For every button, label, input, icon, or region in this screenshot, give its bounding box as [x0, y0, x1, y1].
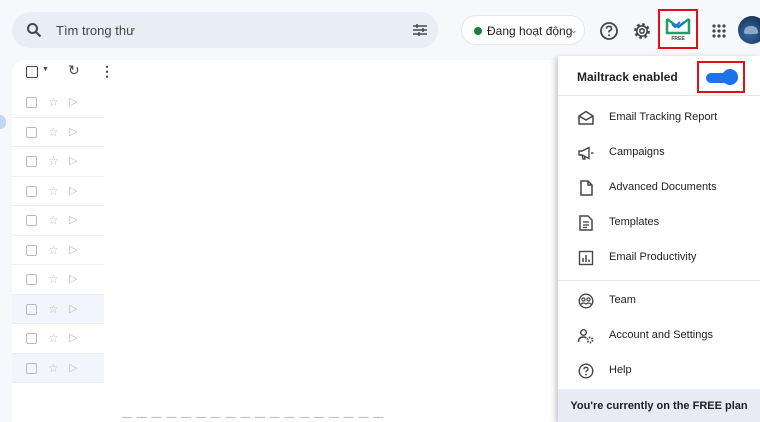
support-help-icon[interactable]	[597, 19, 621, 43]
google-apps-grid-icon[interactable]	[707, 19, 731, 43]
team-icon	[578, 293, 594, 309]
menu-item-label: Email Productivity	[609, 251, 697, 263]
select-options-caret-icon[interactable]: ▼	[42, 66, 49, 73]
menu-item-label: Campaigns	[609, 146, 665, 158]
row-checkbox[interactable]	[26, 303, 37, 315]
star-icon[interactable]: ☆	[48, 125, 59, 139]
important-marker-icon[interactable]: ▷	[69, 184, 77, 197]
menu-item-label: Email Tracking Report	[609, 111, 718, 123]
menu-item-label: Templates	[609, 216, 660, 228]
envelope-open-icon	[578, 110, 594, 125]
compose-rail-edge	[0, 115, 6, 129]
row-checkbox[interactable]	[26, 156, 37, 167]
plan-banner[interactable]: You're currently on the FREE plan	[558, 389, 760, 422]
important-marker-icon[interactable]: ▷	[69, 213, 77, 226]
settings-gear-icon[interactable]	[630, 19, 654, 43]
row-checkbox[interactable]	[26, 126, 37, 138]
mailtrack-logo-icon	[665, 17, 691, 35]
mailtrack-extension-button[interactable]: FREE	[658, 9, 698, 49]
search-icon	[27, 23, 42, 38]
menu-item-advanced-documents[interactable]: Advanced Documents	[558, 170, 760, 205]
document-icon	[580, 180, 593, 196]
inbox-toolbar: ▼ ↻ ⋮	[12, 60, 558, 88]
important-marker-icon[interactable]: ▷	[69, 361, 77, 374]
search-input[interactable]: Tìm trong thư	[56, 23, 135, 38]
bar-chart-icon	[578, 250, 594, 266]
important-marker-icon[interactable]: ▷	[69, 125, 77, 138]
menu-item-help[interactable]: Help	[558, 353, 760, 388]
star-icon[interactable]: ☆	[48, 302, 59, 316]
row-checkbox[interactable]	[26, 97, 37, 108]
star-icon[interactable]: ☆	[48, 331, 59, 345]
select-all-checkbox[interactable]	[26, 66, 38, 78]
mailtrack-menu-header: Mailtrack enabled	[558, 56, 760, 96]
more-options-icon[interactable]: ⋮	[100, 63, 114, 80]
menu-item-campaigns[interactable]: Campaigns	[558, 135, 760, 170]
menu-item-team[interactable]: Team	[558, 283, 760, 318]
row-checkbox[interactable]	[26, 185, 37, 197]
megaphone-icon	[578, 146, 594, 160]
star-icon[interactable]: ☆	[48, 213, 59, 227]
status-active-dot	[474, 27, 482, 35]
status-selector[interactable]: Đang hoạt động ⌄	[461, 15, 585, 45]
star-icon[interactable]: ☆	[48, 243, 59, 257]
mail-content-area	[104, 88, 558, 402]
row-checkbox[interactable]	[26, 215, 37, 226]
chevron-down-icon: ⌄	[570, 25, 578, 35]
important-marker-icon[interactable]: ▷	[69, 331, 77, 344]
menu-item-label: Help	[609, 364, 632, 376]
menu-item-account-and-settings[interactable]: Account and Settings	[558, 318, 760, 353]
refresh-icon[interactable]: ↻	[68, 62, 80, 79]
important-marker-icon[interactable]: ▷	[69, 302, 77, 315]
important-marker-icon[interactable]: ▷	[69, 272, 77, 285]
row-checkbox[interactable]	[26, 333, 37, 344]
menu-item-label: Team	[609, 294, 636, 306]
menu-item-label: Advanced Documents	[609, 181, 717, 193]
star-icon[interactable]: ☆	[48, 361, 59, 375]
inbox-list: ▼ ↻ ⋮ ☆▷o☆▷k☆▷d☆▷a☆▷M☆▷a☆▷g☆▷s☆▷T☆▷/ — —…	[12, 60, 558, 422]
star-icon[interactable]: ☆	[48, 184, 59, 198]
account-avatar[interactable]	[738, 16, 760, 44]
help-circle-icon	[578, 363, 594, 379]
menu-item-label: Account and Settings	[609, 329, 713, 341]
mailtrack-toggle-highlight	[697, 61, 745, 93]
menu-item-email-tracking-report[interactable]: Email Tracking Report	[558, 100, 760, 135]
top-bar: Tìm trong thư Đang hoạt động ⌄ FREE	[0, 0, 760, 60]
mailtrack-plan-badge: FREE	[671, 36, 685, 42]
row-checkbox[interactable]	[26, 274, 37, 285]
menu-divider	[558, 280, 760, 281]
star-icon[interactable]: ☆	[48, 95, 59, 109]
mailtrack-dropdown-menu: Mailtrack enabled Email Tracking Report …	[558, 56, 760, 422]
star-icon[interactable]: ☆	[48, 154, 59, 168]
plan-banner-text: You're currently on the FREE plan	[570, 400, 748, 412]
account-settings-icon	[577, 329, 594, 344]
offscreen-row-text: — — — — — — — — — — — — — — — — — —	[122, 412, 385, 422]
status-label: Đang hoạt động	[487, 24, 573, 38]
important-marker-icon[interactable]: ▷	[69, 243, 77, 256]
row-checkbox[interactable]	[26, 244, 37, 256]
menu-item-templates[interactable]: Templates	[558, 205, 760, 240]
mailtrack-toggle-knob[interactable]	[722, 69, 738, 85]
search-options-icon[interactable]	[412, 22, 428, 38]
star-icon[interactable]: ☆	[48, 272, 59, 286]
row-checkbox[interactable]	[26, 362, 37, 374]
important-marker-icon[interactable]: ▷	[69, 154, 77, 167]
mailtrack-enabled-label: Mailtrack enabled	[577, 70, 678, 84]
template-icon	[579, 215, 593, 231]
important-marker-icon[interactable]: ▷	[69, 95, 77, 108]
search-bar[interactable]: Tìm trong thư	[12, 12, 438, 48]
menu-item-email-productivity[interactable]: Email Productivity	[558, 240, 760, 275]
